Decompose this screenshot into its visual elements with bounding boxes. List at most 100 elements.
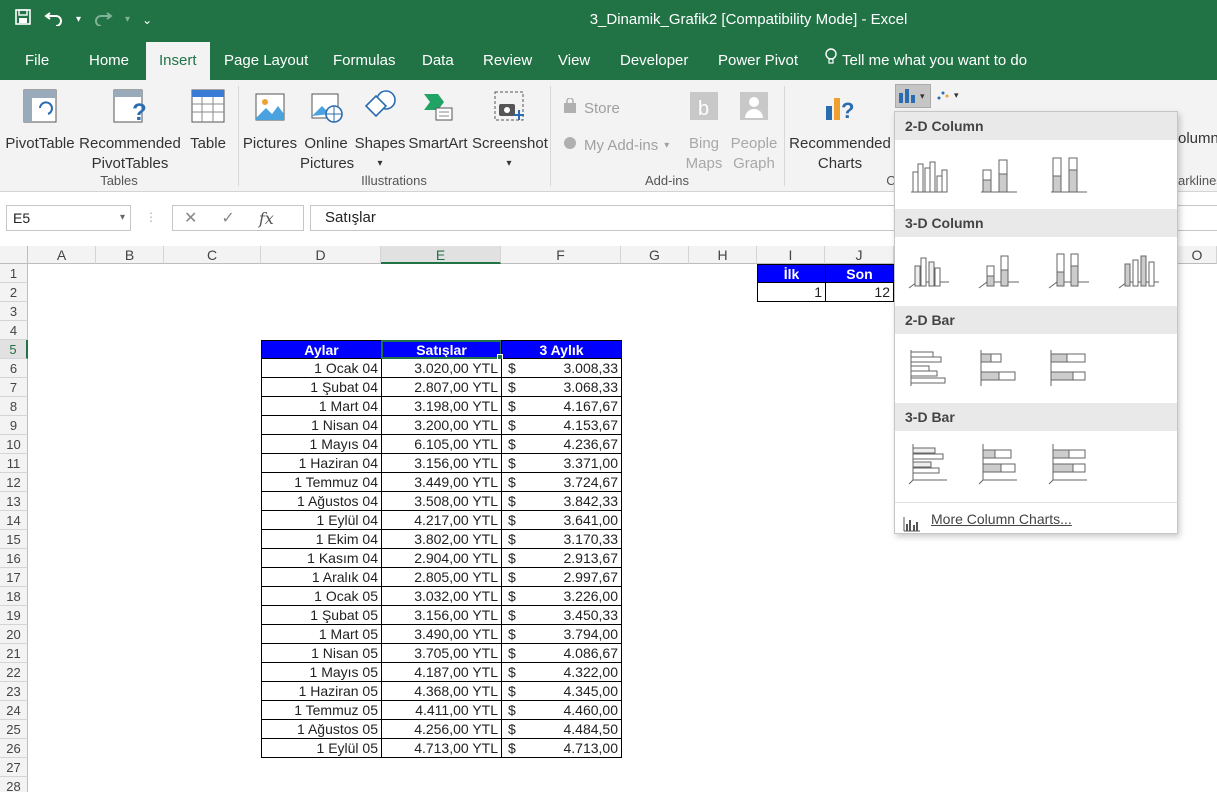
aylar-header[interactable]: Aylar bbox=[261, 340, 382, 359]
row-header[interactable]: 3 bbox=[0, 302, 28, 321]
satislar-cell[interactable]: 3.508,00 YTL bbox=[381, 492, 502, 511]
aylar-cell[interactable]: 1 Ocak 04 bbox=[261, 359, 382, 378]
row-header[interactable]: 24 bbox=[0, 701, 28, 720]
tab-power-pivot[interactable]: Power Pivot bbox=[705, 42, 811, 80]
satislar-cell[interactable]: 3.198,00 YTL bbox=[381, 397, 502, 416]
column-header[interactable]: A bbox=[28, 246, 96, 264]
recommended-charts-button[interactable]: ? Recommended Charts bbox=[788, 88, 892, 174]
screenshot-button[interactable]: Screenshot ▾ bbox=[472, 88, 548, 174]
satislar-cell[interactable]: 4.368,00 YTL bbox=[381, 682, 502, 701]
clustered-column-icon[interactable] bbox=[907, 152, 951, 196]
aylar-cell[interactable]: 1 Nisan 04 bbox=[261, 416, 382, 435]
insert-column-chart-button[interactable]: ▾ bbox=[895, 84, 931, 108]
satislar-cell[interactable]: 3.802,00 YTL bbox=[381, 530, 502, 549]
aylar-cell[interactable]: 1 Şubat 05 bbox=[261, 606, 382, 625]
store-button[interactable]: Store bbox=[562, 97, 620, 118]
ilk-header[interactable]: İlk bbox=[757, 264, 826, 283]
3d-clustered-bar-icon[interactable] bbox=[907, 442, 951, 486]
aylar-cell[interactable]: 1 Mayıs 05 bbox=[261, 663, 382, 682]
son-value[interactable]: 12 bbox=[825, 283, 894, 302]
row-header[interactable]: 18 bbox=[0, 587, 28, 606]
recommended-pivottables-button[interactable]: ? Recommended PivotTables bbox=[78, 88, 182, 174]
3d-100-stacked-bar-icon[interactable] bbox=[1047, 442, 1091, 486]
column-header[interactable]: E bbox=[381, 246, 501, 264]
row-header[interactable]: 20 bbox=[0, 625, 28, 644]
select-all-corner[interactable] bbox=[0, 246, 28, 264]
aylar-cell[interactable]: 1 Eylül 04 bbox=[261, 511, 382, 530]
name-box[interactable]: E5 ▾ bbox=[6, 205, 131, 231]
satislar-cell[interactable]: 3.020,00 YTL bbox=[381, 359, 502, 378]
my-addins-button[interactable]: My Add-ins ▾ bbox=[562, 135, 669, 155]
3d-100-stacked-column-icon[interactable] bbox=[1047, 248, 1091, 292]
table-button[interactable]: Table bbox=[186, 88, 230, 154]
100-stacked-bar-icon[interactable] bbox=[1047, 346, 1091, 390]
satislar-cell[interactable]: 3.705,00 YTL bbox=[381, 644, 502, 663]
3d-column-icon[interactable] bbox=[1117, 248, 1161, 292]
ilk-value[interactable]: 1 bbox=[757, 283, 826, 302]
row-header[interactable]: 25 bbox=[0, 720, 28, 739]
satislar-cell[interactable]: 6.105,00 YTL bbox=[381, 435, 502, 454]
row-header[interactable]: 16 bbox=[0, 549, 28, 568]
aylar-cell[interactable]: 1 Haziran 05 bbox=[261, 682, 382, 701]
satislar-cell[interactable]: 4.256,00 YTL bbox=[381, 720, 502, 739]
row-header[interactable]: 4 bbox=[0, 321, 28, 340]
smartart-button[interactable]: SmartArt bbox=[406, 88, 470, 154]
stacked-column-icon[interactable] bbox=[977, 152, 1021, 196]
row-header[interactable]: 7 bbox=[0, 378, 28, 397]
row-header[interactable]: 1 bbox=[0, 264, 28, 283]
tab-page-layout[interactable]: Page Layout bbox=[211, 42, 321, 80]
satislar-cell[interactable]: 2.805,00 YTL bbox=[381, 568, 502, 587]
row-header[interactable]: 11 bbox=[0, 454, 28, 473]
aylar-cell[interactable]: 1 Temmuz 05 bbox=[261, 701, 382, 720]
row-header[interactable]: 13 bbox=[0, 492, 28, 511]
satislar-cell[interactable]: 4.187,00 YTL bbox=[381, 663, 502, 682]
row-header[interactable]: 22 bbox=[0, 663, 28, 682]
row-header[interactable]: 17 bbox=[0, 568, 28, 587]
aylar-cell[interactable]: 1 Ağustos 05 bbox=[261, 720, 382, 739]
column-header[interactable]: F bbox=[501, 246, 621, 264]
row-header[interactable]: 6 bbox=[0, 359, 28, 378]
satislar-cell[interactable]: 3.490,00 YTL bbox=[381, 625, 502, 644]
satislar-cell[interactable]: 4.411,00 YTL bbox=[381, 701, 502, 720]
row-header[interactable]: 27 bbox=[0, 758, 28, 777]
row-header[interactable]: 5 bbox=[0, 340, 28, 359]
column-header[interactable]: H bbox=[689, 246, 757, 264]
tab-developer[interactable]: Developer bbox=[607, 42, 701, 80]
satislar-cell[interactable]: 4.713,00 YTL bbox=[381, 739, 502, 758]
row-header[interactable]: 15 bbox=[0, 530, 28, 549]
row-header[interactable]: 19 bbox=[0, 606, 28, 625]
aylar-cell[interactable]: 1 Şubat 04 bbox=[261, 378, 382, 397]
column-header[interactable]: I bbox=[757, 246, 825, 264]
3d-stacked-column-icon[interactable] bbox=[977, 248, 1021, 292]
insert-function-icon[interactable]: fx bbox=[259, 209, 274, 228]
online-pictures-button[interactable]: Online Pictures bbox=[300, 88, 354, 174]
pivottable-button[interactable]: PivotTable bbox=[4, 88, 76, 154]
satislar-cell[interactable]: 3.032,00 YTL bbox=[381, 587, 502, 606]
uc-aylik-header[interactable]: 3 Aylık bbox=[501, 340, 622, 359]
aylar-cell[interactable]: 1 Ocak 05 bbox=[261, 587, 382, 606]
tab-home[interactable]: Home bbox=[76, 42, 142, 80]
3d-clustered-column-icon[interactable] bbox=[907, 248, 951, 292]
satislar-cell[interactable]: 2.807,00 YTL bbox=[381, 378, 502, 397]
aylar-cell[interactable]: 1 Kasım 04 bbox=[261, 549, 382, 568]
bing-maps-button[interactable]: b Bing Maps bbox=[682, 88, 726, 174]
aylar-cell[interactable]: 1 Temmuz 04 bbox=[261, 473, 382, 492]
aylar-cell[interactable]: 1 Eylül 05 bbox=[261, 739, 382, 758]
satislar-cell[interactable]: 4.217,00 YTL bbox=[381, 511, 502, 530]
row-header[interactable]: 14 bbox=[0, 511, 28, 530]
enter-icon[interactable]: ✓ bbox=[221, 208, 234, 228]
row-header[interactable]: 10 bbox=[0, 435, 28, 454]
satislar-cell[interactable]: 3.156,00 YTL bbox=[381, 606, 502, 625]
column-header[interactable]: O bbox=[1178, 246, 1217, 264]
aylar-cell[interactable]: 1 Aralık 04 bbox=[261, 568, 382, 587]
tab-view[interactable]: View bbox=[545, 42, 603, 80]
tab-file[interactable]: File bbox=[12, 42, 62, 80]
row-header[interactable]: 28 bbox=[0, 777, 28, 792]
people-graph-button[interactable]: People Graph bbox=[728, 88, 780, 174]
aylar-cell[interactable]: 1 Haziran 04 bbox=[261, 454, 382, 473]
row-header[interactable]: 23 bbox=[0, 682, 28, 701]
aylar-cell[interactable]: 1 Mart 05 bbox=[261, 625, 382, 644]
column-header[interactable]: D bbox=[261, 246, 381, 264]
row-header[interactable]: 2 bbox=[0, 283, 28, 302]
3d-stacked-bar-icon[interactable] bbox=[977, 442, 1021, 486]
